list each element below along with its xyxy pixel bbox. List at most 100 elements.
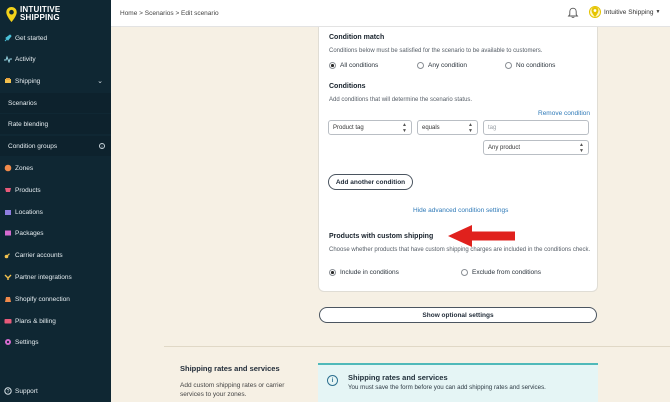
radio-label: Any condition: [428, 62, 468, 69]
select-arrows-icon: ▲ ▼: [579, 141, 584, 154]
sidebar-item-activity[interactable]: Activity: [0, 49, 111, 69]
banner-message: You must save the form before you can ad…: [348, 384, 546, 391]
radio-no-conditions[interactable]: No conditions: [505, 62, 555, 69]
sidebar-item-get-started[interactable]: Get started: [0, 28, 111, 48]
sidebar-item-scenarios[interactable]: Scenarios: [0, 93, 111, 113]
sidebar: INTUITIVE SHIPPING Get started Activity …: [0, 0, 111, 402]
sidebar-item-label: Scenarios: [8, 99, 37, 107]
add-another-condition-button[interactable]: Add another condition: [328, 174, 413, 190]
sidebar-item-locations[interactable]: Locations: [0, 202, 111, 222]
sidebar-item-label: Packages: [15, 229, 44, 237]
condition-match-title: Condition match: [329, 34, 385, 41]
top-bar: Home > Scenarios > Edit scenario Intuiti…: [111, 0, 670, 27]
activity-icon: [4, 55, 12, 63]
sidebar-item-condition-groups[interactable]: Condition groups i: [0, 136, 111, 156]
sidebar-item-partner-integrations[interactable]: Partner integrations: [0, 267, 111, 287]
hide-advanced-settings-link[interactable]: Hide advanced condition settings: [413, 207, 508, 214]
sidebar-item-label: Support: [15, 387, 38, 395]
sidebar-item-shopify-connection[interactable]: Shopify connection: [0, 289, 111, 309]
key-icon: [4, 251, 12, 259]
sidebar-item-label: Settings: [15, 338, 39, 346]
caret-down-icon: ▼: [655, 9, 661, 15]
sidebar-item-label: Shopify connection: [15, 295, 70, 303]
radio-label: All conditions: [340, 62, 379, 69]
rates-section-description: Add custom shipping rates or carrier ser…: [180, 382, 285, 398]
sidebar-item-label: Activity: [15, 55, 36, 63]
radio-indicator: [505, 62, 512, 69]
sidebar-item-support[interactable]: ? Support: [0, 381, 111, 401]
radio-include-in-conditions[interactable]: Include in conditions: [329, 269, 399, 276]
info-icon[interactable]: i: [99, 143, 105, 149]
sidebar-item-label: Shipping: [15, 77, 41, 85]
box-icon: [4, 229, 12, 237]
conditions-title: Conditions: [329, 83, 366, 90]
condition-field-select[interactable]: Product tag ▲ ▼: [328, 120, 412, 135]
radio-label: Exclude from conditions: [472, 269, 542, 276]
condition-match-description: Conditions below must be satisfied for t…: [329, 48, 543, 54]
condition-operator-select[interactable]: equals ▲ ▼: [417, 120, 478, 135]
select-arrows-icon: ▲ ▼: [468, 121, 473, 134]
sidebar-item-packages[interactable]: Packages: [0, 223, 111, 243]
sidebar-item-label: Partner integrations: [15, 273, 72, 281]
conditions-description: Add conditions that will determine the s…: [329, 97, 473, 103]
show-optional-settings-button[interactable]: Show optional settings: [319, 307, 597, 323]
rates-section-title: Shipping rates and services: [180, 364, 280, 373]
globe-icon: [4, 164, 12, 172]
user-menu[interactable]: Intuitive Shipping ▼: [589, 6, 660, 18]
building-icon: [4, 208, 12, 216]
info-icon: i: [327, 375, 338, 386]
sidebar-item-rate-blending[interactable]: Rate blending: [0, 114, 111, 134]
radio-selected-indicator: [329, 62, 336, 69]
select-value: equals: [422, 124, 440, 131]
sidebar-item-products[interactable]: Products: [0, 180, 111, 200]
sidebar-item-label: Locations: [15, 208, 43, 216]
sidebar-item-label: Zones: [15, 164, 34, 172]
input-placeholder: tag: [488, 124, 497, 131]
sidebar-item-carrier-accounts[interactable]: Carrier accounts: [0, 245, 111, 265]
radio-indicator: [417, 62, 424, 69]
sidebar-item-shipping[interactable]: Shipping ⌄: [0, 71, 111, 91]
shipping-icon: [4, 77, 12, 85]
chevron-down-icon: ⌄: [97, 78, 103, 85]
breadcrumb[interactable]: Home > Scenarios > Edit scenario: [120, 10, 219, 17]
bell-icon[interactable]: [567, 7, 579, 19]
gear-icon: [4, 338, 12, 346]
sidebar-item-label: Get started: [15, 34, 48, 42]
custom-shipping-description: Choose whether products that have custom…: [329, 247, 591, 253]
radio-label: Include in conditions: [340, 269, 399, 276]
condition-scope-select[interactable]: Any product ▲ ▼: [483, 140, 589, 155]
radio-exclude-from-conditions[interactable]: Exclude from conditions: [461, 269, 541, 276]
section-divider: [164, 346, 670, 347]
logo-pin-icon: [591, 7, 599, 17]
select-arrows-icon: ▲ ▼: [402, 121, 407, 134]
select-value: Product tag: [333, 124, 364, 131]
radio-selected-indicator: [329, 269, 336, 276]
sidebar-item-label: Plans & billing: [15, 317, 56, 325]
sidebar-item-settings[interactable]: Settings: [0, 332, 111, 352]
avatar: [589, 6, 601, 18]
custom-shipping-title: Products with custom shipping: [329, 233, 434, 240]
condition-value-input[interactable]: tag: [483, 120, 589, 135]
sidebar-item-label: Carrier accounts: [15, 251, 63, 259]
annotation-arrow: [448, 225, 515, 247]
help-icon: ?: [4, 387, 12, 395]
sidebar-item-label: Products: [15, 186, 41, 194]
info-banner: i Shipping rates and services You must s…: [318, 363, 598, 402]
sidebar-item-label: Condition groups: [8, 142, 58, 150]
radio-indicator: [461, 269, 468, 276]
radio-all-conditions[interactable]: All conditions: [329, 62, 378, 69]
shopify-icon: [4, 295, 12, 303]
radio-any-condition[interactable]: Any condition: [417, 62, 467, 69]
app-logo[interactable]: INTUITIVE SHIPPING: [6, 4, 60, 24]
banner-title: Shipping rates and services: [348, 373, 448, 382]
tag-icon: [4, 186, 12, 194]
radio-label: No conditions: [516, 62, 556, 69]
sidebar-item-label: Rate blending: [8, 120, 49, 128]
svg-text:?: ?: [7, 389, 10, 395]
sidebar-item-zones[interactable]: Zones: [0, 158, 111, 178]
select-value: Any product: [488, 144, 521, 151]
card-icon: [4, 317, 12, 325]
remove-condition-link[interactable]: Remove condition: [538, 110, 590, 117]
sidebar-item-plans-billing[interactable]: Plans & billing: [0, 311, 111, 331]
logo-text: INTUITIVE SHIPPING: [20, 6, 60, 22]
